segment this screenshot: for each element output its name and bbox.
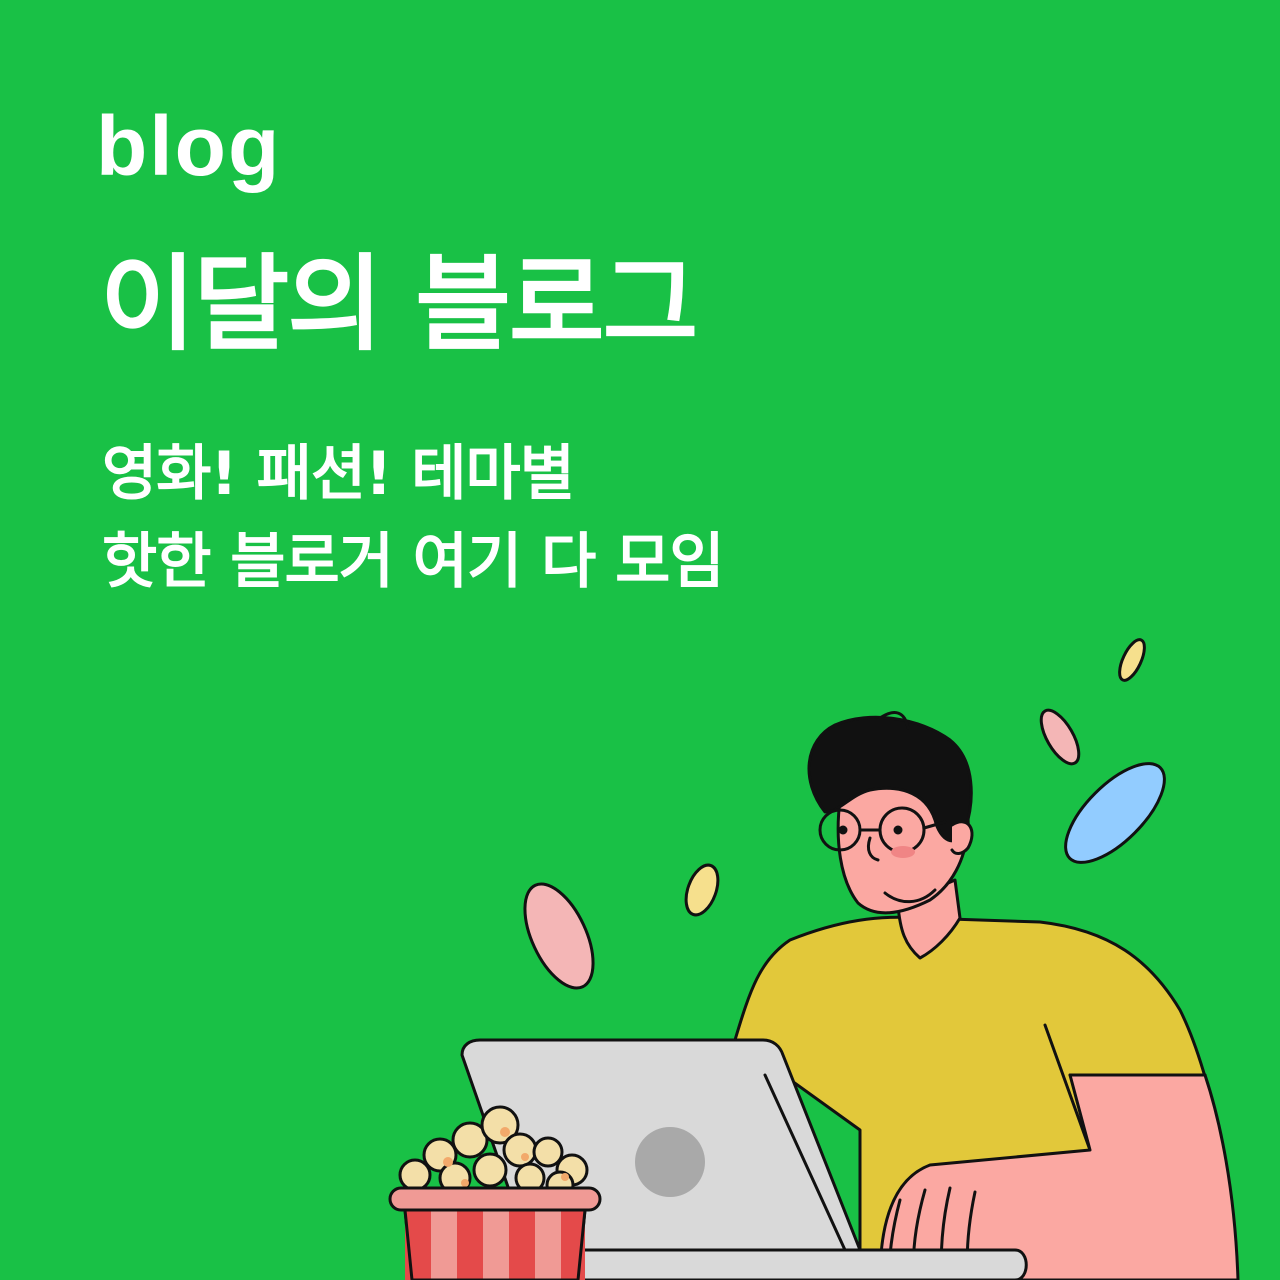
shirt <box>733 915 1237 1280</box>
face <box>836 754 970 915</box>
confetti-yellow-small <box>1118 638 1146 682</box>
popcorn <box>398 1105 589 1200</box>
blog-logo: blog <box>96 99 282 193</box>
neck <box>896 878 962 960</box>
arm <box>878 1073 1240 1280</box>
popcorn-bucket-rim <box>388 1186 602 1212</box>
confetti-pink-small <box>1039 708 1081 766</box>
laptop-base <box>518 1248 1028 1280</box>
subtitle: 영화! 패션! 테마별 핫한 블로거 여기 다 모임 <box>102 430 725 606</box>
confetti-blue <box>1064 762 1166 864</box>
confetti-pink-large <box>523 882 595 990</box>
subtitle-line-2: 핫한 블로거 여기 다 모임 <box>102 527 725 597</box>
glasses-left-lens <box>818 808 862 852</box>
hair <box>807 715 973 843</box>
glasses-right-lens <box>878 806 926 854</box>
page-title: 이달의 블로그 <box>100 243 698 365</box>
laptop-screen <box>460 1038 862 1252</box>
popcorn-bucket <box>403 1208 587 1280</box>
subtitle-line-1: 영화! 패션! 테마별 <box>102 439 575 509</box>
confetti-yellow <box>684 863 720 917</box>
laptop-logo <box>635 1127 705 1197</box>
